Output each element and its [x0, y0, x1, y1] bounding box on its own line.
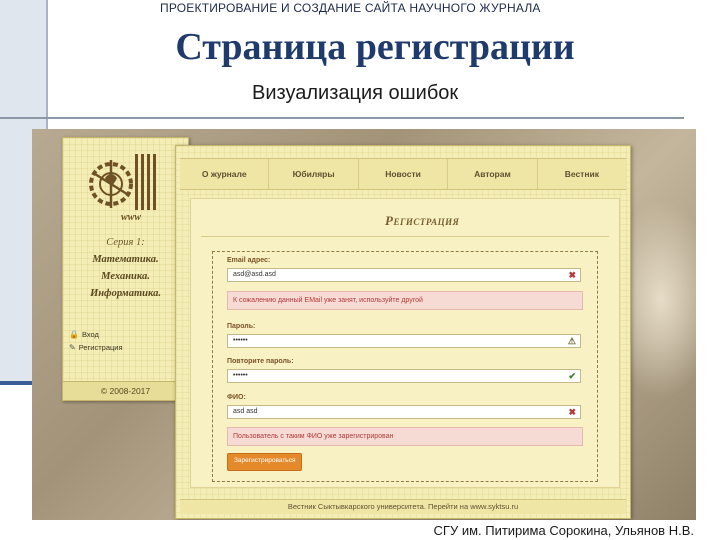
lock-icon: 🔒: [69, 330, 79, 339]
sidebar-copyright: © 2008-2017: [63, 381, 188, 400]
series-math: Математика.: [92, 254, 159, 265]
nav-about[interactable]: О журнале: [180, 159, 270, 189]
slide-title: Страница регистрации: [175, 26, 575, 68]
email-value: asd@asd.asd: [233, 271, 276, 278]
email-label: Email адрес:: [227, 257, 271, 264]
password-value: ••••••: [233, 337, 248, 344]
fio-field[interactable]: asd asd ✖: [227, 405, 581, 419]
password-field[interactable]: •••••• ⚠: [227, 334, 581, 348]
email-field[interactable]: asd@asd.asd ✖: [227, 268, 581, 282]
slide-top-caption: ПРОЕКТИРОВАНИЕ И СОЗДАНИЕ САЙТА НАУЧНОГО…: [160, 1, 541, 15]
main-content: О журнале Юбиляры Новости Авторам Вестни…: [175, 145, 631, 519]
warning-icon: ⚠: [567, 336, 576, 346]
clear-icon[interactable]: ✖: [568, 406, 576, 418]
email-error-message: К сожалению данный EMail уже занят, испо…: [227, 291, 583, 310]
website-screenshot: www Серия 1: Математика. Механика. Инфор…: [32, 129, 696, 520]
clear-icon[interactable]: ✖: [568, 269, 576, 281]
slide-subtitle: Визуализация ошибок: [252, 82, 459, 104]
slide-corner-accent: [0, 381, 34, 385]
registration-panel: Регистрация Email адрес: asd@asd.asd ✖ К…: [190, 198, 620, 488]
title-divider: [201, 236, 609, 237]
password-repeat-value: ••••••: [233, 372, 248, 379]
site-footer-link[interactable]: Вестник Сыктывкарского университета. Пер…: [180, 499, 626, 514]
password-label: Пароль:: [227, 323, 256, 330]
fio-label: ФИО:: [227, 394, 246, 401]
series-mechanics: Механика.: [101, 271, 150, 282]
sidebar-link-login-label: Вход: [81, 330, 99, 339]
nav-bulletin[interactable]: Вестник: [538, 159, 626, 189]
edit-icon: ✎: [69, 343, 76, 352]
register-button[interactable]: Зарегистрироваться: [227, 453, 303, 471]
password-repeat-field[interactable]: •••••• ✔: [227, 369, 581, 383]
series-informatics: Информатика.: [90, 288, 161, 299]
slide-footer: СГУ им. Питирима Сорокина, Ульянов Н.В.: [433, 523, 694, 538]
series-number: Серия 1:: [106, 237, 145, 248]
check-icon: ✔: [568, 371, 576, 381]
slide-horizontal-rule: [0, 117, 684, 119]
password-repeat-label: Повторите пароль:: [227, 358, 294, 365]
sidebar-link-login[interactable]: 🔒 Вход: [69, 330, 99, 339]
series-description: Серия 1: Математика. Механика. Информати…: [63, 234, 188, 302]
top-navigation: О журнале Юбиляры Новости Авторам Вестни…: [180, 158, 626, 190]
sidebar: www Серия 1: Математика. Механика. Инфор…: [62, 137, 189, 401]
nav-news[interactable]: Новости: [359, 159, 449, 189]
fio-error-message: Пользователь с таким ФИО уже зарегистрир…: [227, 427, 583, 446]
journal-logo-icon: www: [89, 154, 156, 222]
registration-form: Email адрес: asd@asd.asd ✖ К сожалению д…: [212, 251, 598, 482]
nav-anniversaries[interactable]: Юбиляры: [269, 159, 359, 189]
sidebar-link-register-label: Регистрация: [78, 343, 123, 352]
sidebar-link-register[interactable]: ✎ Регистрация: [69, 343, 123, 352]
nav-authors[interactable]: Авторам: [448, 159, 538, 189]
registration-title: Регистрация: [385, 213, 460, 228]
logo-text: www: [121, 212, 141, 222]
fio-value: asd asd: [233, 408, 258, 415]
